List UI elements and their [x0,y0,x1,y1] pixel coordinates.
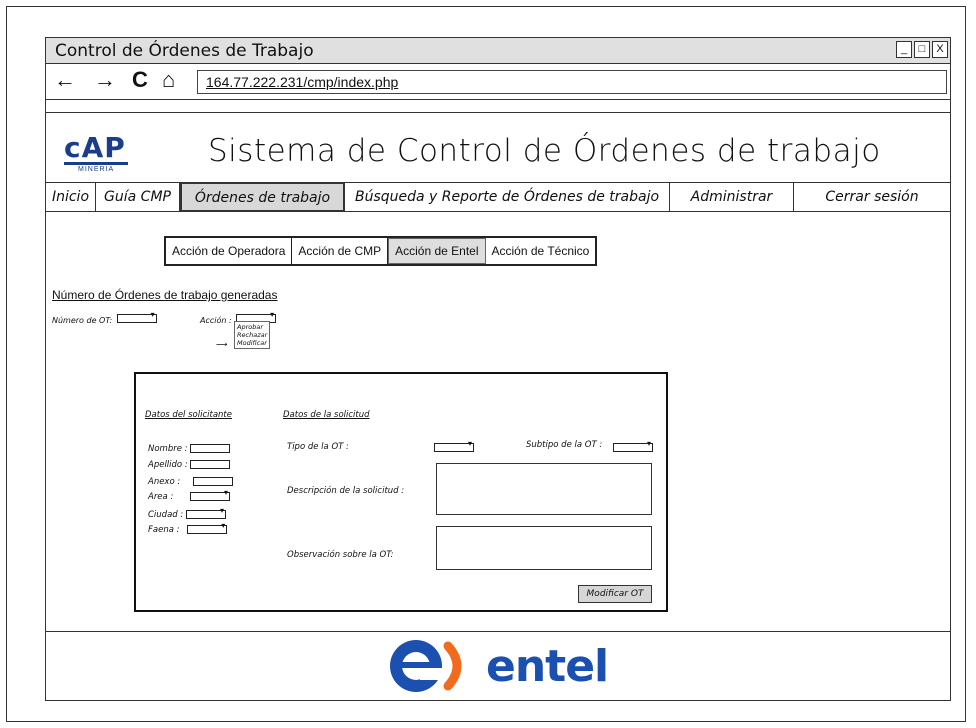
menu-item-guia-cmp[interactable]: Guía CMP [96,183,180,211]
faena-select[interactable] [187,521,228,534]
apellido-row: Apellido : [148,460,231,470]
tab-entel[interactable]: Acción de Entel [388,238,486,264]
ciudad-row: Ciudad : [148,506,226,520]
area-label: Area : [148,492,174,502]
subtipo-ot-select[interactable] [613,439,653,452]
action-dropdown: Aprobar Rechazar Modificar [234,321,271,349]
ot-number-label: Número de OT: [52,316,113,325]
nombre-input[interactable] [190,444,231,453]
option-modificar[interactable]: Modificar [237,339,267,347]
nombre-label: Nombre : [148,444,188,454]
logo-subtitle: MINERIA [78,166,115,173]
apellido-input[interactable] [190,460,231,469]
app-title: Sistema de Control de Órdenes de trabajo [208,133,881,169]
requester-heading: Datos del solicitante [145,410,232,420]
faena-row: Faena : [148,521,228,535]
descripcion-label: Descripción de la solicitud : [287,486,405,496]
subtipo-ot-label: Subtipo de la OT : [526,440,603,450]
ot-number-row: Número de OT: [52,310,157,328]
option-aprobar[interactable]: Aprobar [237,323,267,331]
tab-tecnico[interactable]: Acción de Técnico [486,238,596,264]
nombre-row: Nombre : [148,444,231,454]
anexo-label: Anexo : [148,477,181,487]
address-bar[interactable]: 164.77.222.231/cmp/index.php [197,70,947,94]
entel-e-icon [390,640,462,692]
arrow-icon: ⟶ [216,340,228,349]
observacion-label: Observación sobre la OT: [287,550,394,560]
area-row: Area : [148,488,231,502]
title-bar: Control de Órdenes de Trabajo _ □ X [46,38,950,64]
maximize-button[interactable]: □ [914,41,930,58]
browser-toolbar: ← → C ⌂ 164.77.222.231/cmp/index.php [46,64,950,100]
browser-window: Control de Órdenes de Trabajo _ □ X ← → … [45,37,951,701]
ot-number-select[interactable] [116,310,157,324]
cap-logo: cAP MINERIA [64,131,128,173]
tab-operadora[interactable]: Acción de Operadora [166,238,293,264]
ot-form: Datos del solicitante Datos de la solici… [134,372,668,612]
ciudad-select[interactable] [185,506,226,519]
request-heading: Datos de la solicitud [283,410,370,420]
logo-text: cAP [64,131,126,164]
section-title: Número de Órdenes de trabajo generadas [52,288,278,302]
minimize-button[interactable]: _ [896,41,912,58]
apellido-label: Apellido : [148,460,188,470]
tipo-ot-label: Tipo de la OT : [287,442,349,452]
faena-label: Faena : [148,525,180,535]
url-text: 164.77.222.231/cmp/index.php [206,74,399,90]
menu-item-inicio[interactable]: Inicio [46,183,96,211]
tab-cmp[interactable]: Acción de CMP [292,238,389,264]
window-title: Control de Órdenes de Trabajo [55,41,314,61]
tipo-ot-select[interactable] [434,439,474,452]
anexo-row: Anexo : [148,477,233,487]
descripcion-textarea[interactable] [436,463,652,515]
window-controls: _ □ X [894,41,948,58]
menu-item-cerrar-sesion[interactable]: Cerrar sesión [794,183,950,211]
close-button[interactable]: X [932,41,948,58]
option-rechazar[interactable]: Rechazar [237,331,267,339]
main-menu: Inicio Guía CMP Órdenes de trabajo Búsqu… [46,182,950,212]
anexo-input[interactable] [192,477,233,486]
home-icon[interactable]: ⌂ [162,68,175,92]
footer: entel [46,631,950,702]
action-label: Acción : [200,316,232,325]
reload-icon[interactable]: C [132,68,148,92]
menu-item-busqueda-reporte[interactable]: Búsqueda y Reporte de Órdenes de trabajo [345,183,670,211]
modificar-ot-button[interactable]: Modificar OT [578,585,652,603]
forward-arrow-icon[interactable]: → [94,68,116,92]
menu-item-administrar[interactable]: Administrar [670,183,794,211]
menu-item-ordenes[interactable]: Órdenes de trabajo [180,182,345,212]
ciudad-label: Ciudad : [148,510,184,520]
entel-brand-text: entel [486,640,609,692]
observacion-textarea[interactable] [436,526,652,570]
area-select[interactable] [190,488,231,501]
action-tabs: Acción de Operadora Acción de CMP Acción… [164,236,598,266]
app-header: cAP MINERIA Sistema de Control de Órdene… [46,112,950,183]
back-arrow-icon[interactable]: ← [54,68,76,92]
entel-logo: entel [386,636,609,696]
